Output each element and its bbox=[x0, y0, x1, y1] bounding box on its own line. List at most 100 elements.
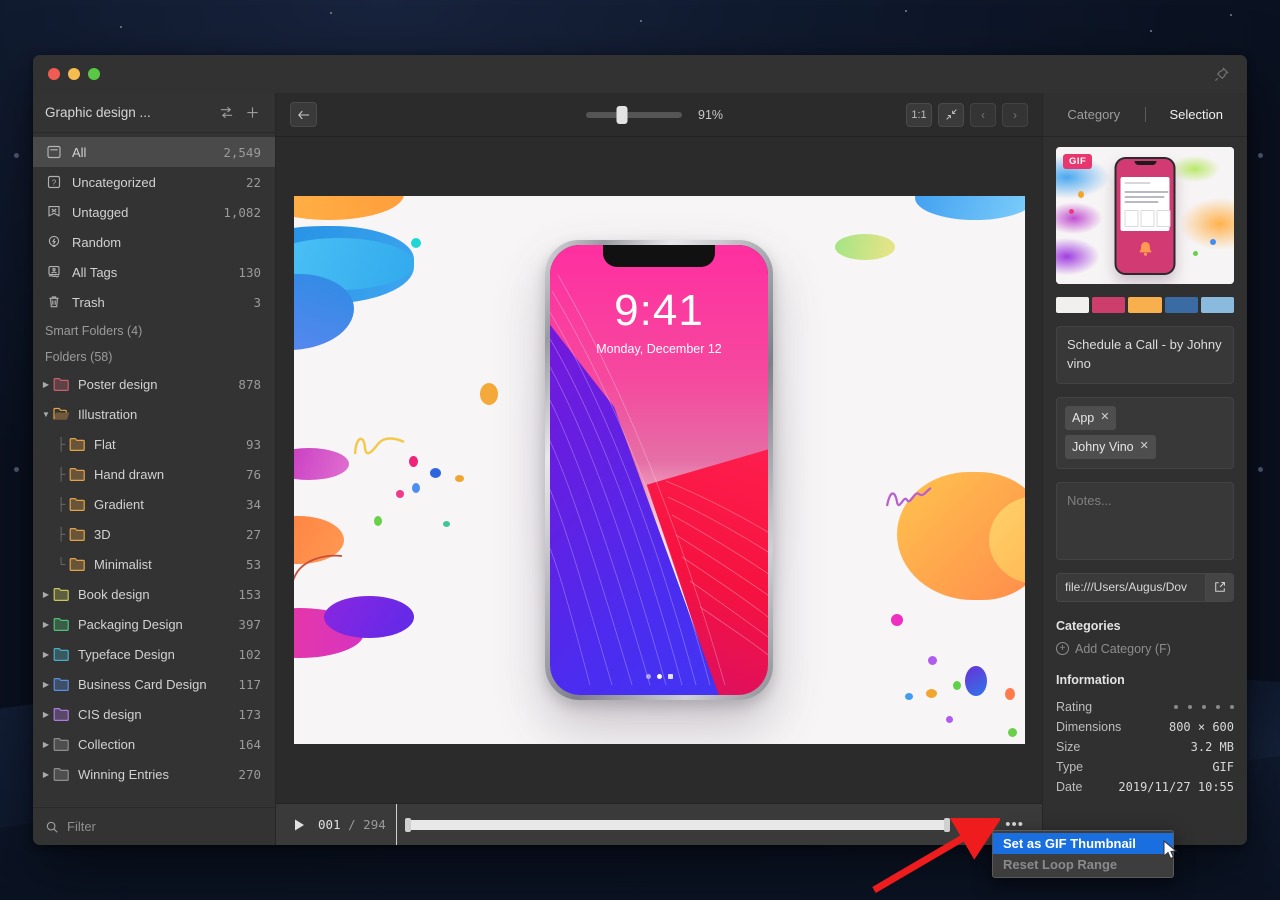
external-link-icon[interactable] bbox=[1205, 574, 1233, 601]
loop-start-handle[interactable] bbox=[405, 818, 411, 832]
folder-item-illustration[interactable]: ▼Illustration bbox=[33, 399, 275, 429]
folder-item-typeface-design[interactable]: ▶Typeface Design102 bbox=[33, 639, 275, 669]
color-palette bbox=[1056, 297, 1234, 313]
folder-item-gradient[interactable]: ├Gradient34 bbox=[33, 489, 275, 519]
add-category-button[interactable]: + Add Category (F) bbox=[1056, 642, 1234, 656]
chevron-right-icon[interactable]: ▶ bbox=[39, 770, 53, 779]
preview-toolbar: 91% 1:1 ‹ › bbox=[276, 93, 1042, 137]
folder-item-winning-entries[interactable]: ▶Winning Entries270 bbox=[33, 759, 275, 789]
rating-dot[interactable] bbox=[1188, 705, 1192, 709]
tab-category[interactable]: Category bbox=[1043, 107, 1145, 122]
folder-item-cis-design[interactable]: ▶ CIS design173 bbox=[33, 699, 275, 729]
trash-icon bbox=[45, 293, 63, 311]
tags-field[interactable]: App ✕ Johny Vino ✕ bbox=[1056, 397, 1234, 469]
chevron-right-icon[interactable]: ▶ bbox=[39, 710, 53, 719]
folder-icon bbox=[53, 677, 70, 691]
tab-selection[interactable]: Selection bbox=[1146, 107, 1248, 122]
close-button[interactable] bbox=[48, 68, 60, 80]
rating-dot[interactable] bbox=[1174, 705, 1178, 709]
search-icon bbox=[45, 820, 59, 834]
folder-item-book-design[interactable]: ▶Book design153 bbox=[33, 579, 275, 609]
folders-label[interactable]: Folders (58) bbox=[33, 343, 275, 369]
folder-count: 34 bbox=[246, 497, 261, 512]
chevron-right-icon[interactable]: ▶ bbox=[39, 680, 53, 689]
tag-label: App bbox=[1072, 409, 1094, 427]
maximize-button[interactable] bbox=[88, 68, 100, 80]
folder-label: Gradient bbox=[94, 497, 246, 512]
page-dot-active bbox=[657, 674, 662, 679]
folder-count: 173 bbox=[238, 707, 261, 722]
frame-separator: / bbox=[348, 817, 356, 832]
smart-folders-label[interactable]: Smart Folders (4) bbox=[33, 317, 275, 343]
folder-item-flat[interactable]: ├Flat93 bbox=[33, 429, 275, 459]
rating-control[interactable] bbox=[1174, 705, 1234, 709]
image-stage[interactable]: 9:41 Monday, December 12 bbox=[276, 137, 1042, 803]
chevron-right-icon[interactable]: ▶ bbox=[39, 620, 53, 629]
minimize-button[interactable] bbox=[68, 68, 80, 80]
folder-item-packaging-design[interactable]: ▶Packaging Design397 bbox=[33, 609, 275, 639]
sidebar-item-trash[interactable]: Trash3 bbox=[33, 287, 275, 317]
filter-bar[interactable] bbox=[33, 807, 275, 845]
color-swatch-3[interactable] bbox=[1165, 297, 1198, 313]
sidebar-item-all[interactable]: All2,549 bbox=[33, 137, 275, 167]
filter-input[interactable] bbox=[67, 819, 263, 834]
rating-dot[interactable] bbox=[1230, 705, 1234, 709]
folder-label: CIS design bbox=[78, 707, 238, 722]
folder-icon bbox=[69, 497, 86, 511]
plus-icon[interactable] bbox=[241, 102, 263, 124]
actual-size-button[interactable]: 1:1 bbox=[906, 103, 932, 127]
fit-screen-button[interactable] bbox=[938, 103, 964, 127]
color-swatch-0[interactable] bbox=[1056, 297, 1089, 313]
folder-icon bbox=[69, 527, 86, 541]
color-swatch-1[interactable] bbox=[1092, 297, 1125, 313]
info-value: GIF bbox=[1212, 760, 1234, 774]
sidebar-item-random[interactable]: Random bbox=[33, 227, 275, 257]
notes-field[interactable]: Notes... bbox=[1056, 482, 1234, 560]
tag-chip[interactable]: Johny Vino ✕ bbox=[1065, 435, 1156, 459]
library-title[interactable]: Graphic design ... bbox=[45, 105, 211, 120]
chevron-right-icon[interactable]: ▶ bbox=[39, 380, 53, 389]
selected-item-thumbnail[interactable]: GIF bbox=[1056, 147, 1234, 284]
sidebar-item-untagged[interactable]: Untagged1,082 bbox=[33, 197, 275, 227]
color-swatch-4[interactable] bbox=[1201, 297, 1234, 313]
close-x-icon[interactable]: ✕ bbox=[1100, 410, 1109, 426]
chevron-right-icon[interactable]: ▶ bbox=[39, 740, 53, 749]
close-x-icon[interactable]: ✕ bbox=[1140, 439, 1149, 455]
thumbnail-phone-screen bbox=[1117, 159, 1174, 273]
color-swatch-2[interactable] bbox=[1128, 297, 1161, 313]
sort-icon[interactable] bbox=[215, 102, 237, 124]
folder-item-poster-design[interactable]: ▶Poster design878 bbox=[33, 369, 275, 399]
source-url-text[interactable]: file:///Users/Augus/Dov bbox=[1057, 580, 1205, 594]
phone-notch bbox=[603, 245, 715, 267]
prev-image-button[interactable]: ‹ bbox=[970, 103, 996, 127]
rating-dot[interactable] bbox=[1216, 705, 1220, 709]
source-url-row[interactable]: file:///Users/Augus/Dov bbox=[1056, 573, 1234, 602]
tag-chip[interactable]: App ✕ bbox=[1065, 406, 1116, 430]
folder-item-minimalist[interactable]: └Minimalist53 bbox=[33, 549, 275, 579]
folder-item-3d[interactable]: ├3D27 bbox=[33, 519, 275, 549]
info-row-size: Size3.2 MB bbox=[1056, 737, 1234, 757]
next-image-button[interactable]: › bbox=[1002, 103, 1028, 127]
sidebar-item-uncategorized[interactable]: ?Uncategorized22 bbox=[33, 167, 275, 197]
pin-icon[interactable] bbox=[1211, 64, 1231, 84]
window-controls bbox=[48, 68, 100, 80]
chevron-right-icon[interactable]: ▶ bbox=[39, 590, 53, 599]
folder-item-hand-drawn[interactable]: ├Hand drawn76 bbox=[33, 459, 275, 489]
chevron-down-icon[interactable]: ▼ bbox=[39, 410, 53, 419]
chevron-left-icon: ‹ bbox=[981, 108, 985, 122]
folder-item-business-card-design[interactable]: ▶Business Card Design117 bbox=[33, 669, 275, 699]
rating-dot[interactable] bbox=[1202, 705, 1206, 709]
back-button[interactable] bbox=[290, 102, 317, 127]
chevron-right-icon[interactable]: ▶ bbox=[39, 650, 53, 659]
folder-item-collection[interactable]: ▶Collection164 bbox=[33, 729, 275, 759]
zoom-slider[interactable] bbox=[586, 112, 682, 118]
item-title-field[interactable]: Schedule a Call - by Johny vino bbox=[1056, 326, 1234, 384]
page-dot bbox=[646, 674, 651, 679]
folder-icon bbox=[53, 647, 70, 661]
sidebar-item-all-tags[interactable]: All Tags130 bbox=[33, 257, 275, 287]
folder-count: 102 bbox=[238, 647, 261, 662]
menu-item-set-gif-thumbnail[interactable]: Set as GIF Thumbnail bbox=[993, 833, 1173, 854]
tag-label: Johny Vino bbox=[1072, 438, 1134, 456]
zoom-slider-knob[interactable] bbox=[617, 106, 628, 124]
play-icon[interactable] bbox=[286, 819, 312, 831]
